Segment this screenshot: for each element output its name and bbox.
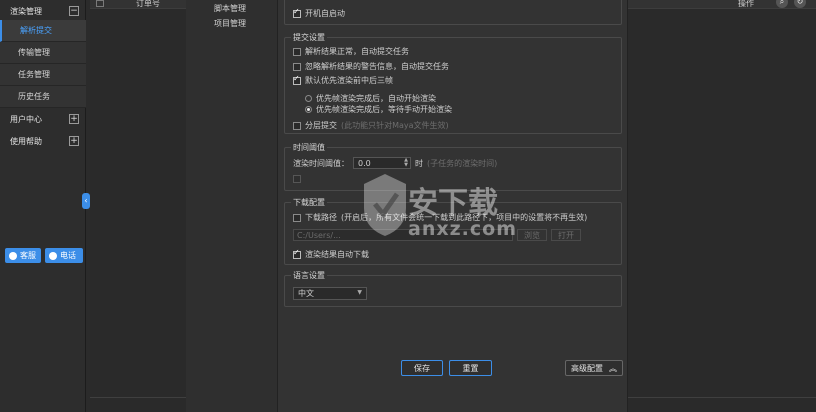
auto-start-radio[interactable] — [305, 95, 312, 102]
auto-start-option[interactable]: 优先帧渲染完成后，自动开始渲染 — [305, 93, 436, 104]
refresh-icon[interactable]: ↻ — [794, 0, 806, 8]
wait-manual-option[interactable]: 优先帧渲染完成后，等待手动开始渲染 — [305, 104, 452, 115]
download-config-title: 下载配置 — [291, 197, 327, 208]
qq-support-button[interactable]: 客服 — [5, 248, 41, 263]
select-all-checkbox[interactable] — [96, 0, 104, 7]
settings-nav: 脚本管理 项目管理 — [186, 0, 278, 412]
sidebar-group-help[interactable]: 使用帮助 + — [0, 130, 86, 152]
settings-nav-project[interactable]: 项目管理 — [214, 18, 246, 29]
time-threshold-title: 时间阈值 — [291, 142, 327, 153]
wait-manual-radio[interactable] — [305, 106, 312, 113]
chevron-down-icon: ▼ — [357, 289, 362, 296]
parse-normal-option[interactable]: 解析结果正常，自动提交任务 — [293, 46, 409, 57]
auto-download-checkbox[interactable] — [293, 248, 301, 259]
sidebar-item-history[interactable]: 历史任务 — [0, 86, 86, 108]
advanced-config-label: 高级配置 — [571, 363, 603, 373]
download-config-group: 下载配置 下载路径 (开启后，所有文件会统一下载到此路径下，项目中的设置将不再生… — [284, 197, 622, 265]
wait-manual-label: 优先帧渲染完成后，等待手动开始渲染 — [316, 105, 452, 114]
time-threshold-checkbox[interactable] — [293, 175, 301, 183]
phone-support-button[interactable]: 电话 — [45, 248, 83, 263]
column-order-no: 订单号 — [136, 0, 160, 8]
spinner-arrows-icon[interactable]: ▲ ▼ — [404, 158, 408, 168]
sidebar-group-help-label: 使用帮助 — [10, 136, 42, 146]
sidebar-item-label: 任务管理 — [18, 70, 50, 79]
ignore-warning-label: 忽略解析结果的警告信息，自动提交任务 — [305, 62, 449, 71]
browse-button[interactable]: 浏览 — [517, 229, 547, 241]
time-threshold-row: 渲染时间阈值： 0.0 ▲ ▼ 时 (子任务的渲染时间) — [293, 157, 497, 169]
time-threshold-extra[interactable] — [293, 175, 301, 183]
sidebar-group-user[interactable]: 用户中心 + — [0, 108, 86, 130]
collapse-icon[interactable]: − — [69, 6, 79, 16]
layer-submit-hint: (此功能只针对Maya文件生效) — [341, 121, 449, 130]
auto-download-label: 渲染结果自动下载 — [305, 250, 369, 259]
reset-button[interactable]: 重置 — [449, 360, 492, 376]
layer-submit-checkbox[interactable] — [293, 121, 301, 130]
time-threshold-unit: 时 — [415, 158, 423, 168]
startup-option[interactable]: 开机自启动 — [293, 7, 345, 19]
download-path-input[interactable]: C:/Users/... — [293, 229, 513, 241]
qq-support-label: 客服 — [20, 251, 36, 260]
parse-normal-checkbox[interactable] — [293, 47, 301, 56]
search-icon[interactable]: ⌕ — [776, 0, 788, 8]
open-label: 打开 — [558, 230, 574, 240]
save-label: 保存 — [414, 363, 430, 373]
settings-dialog: 开机自启动 提交设置 解析结果正常，自动提交任务 忽略解析结果的警告信息，自动提… — [278, 0, 628, 412]
download-path-row: C:/Users/... 浏览 打开 — [293, 229, 581, 241]
sidebar-item-parse-submit[interactable]: 解析提交 — [0, 20, 86, 42]
download-path-checkbox[interactable] — [293, 213, 301, 222]
language-row: 中文 ▼ — [293, 287, 367, 300]
language-select[interactable]: 中文 ▼ — [293, 287, 367, 300]
sidebar-item-label: 传输管理 — [18, 48, 50, 57]
open-button[interactable]: 打开 — [551, 229, 581, 241]
layer-submit-option[interactable]: 分层提交 (此功能只针对Maya文件生效) — [293, 120, 449, 131]
download-path-value: C:/Users/... — [297, 230, 341, 240]
auto-start-label: 优先帧渲染完成后，自动开始渲染 — [316, 94, 436, 103]
browse-label: 浏览 — [524, 230, 540, 240]
submit-settings-group: 提交设置 解析结果正常，自动提交任务 忽略解析结果的警告信息，自动提交任务 默认… — [284, 32, 622, 134]
sidebar: 渲染管理 − 解析提交 传输管理 任务管理 历史任务 用户中心 + 使用帮助 +… — [0, 0, 86, 412]
phone-support-label: 电话 — [60, 251, 76, 260]
priority-frames-checkbox[interactable] — [293, 74, 301, 85]
language-group: 语言设置 中文 ▼ — [284, 270, 622, 307]
download-path-hint: (开启后，所有文件会统一下载到此路径下，项目中的设置将不再生效) — [341, 213, 588, 222]
sidebar-group-user-label: 用户中心 — [10, 114, 42, 124]
language-title: 语言设置 — [291, 270, 327, 281]
submit-settings-title: 提交设置 — [291, 32, 327, 43]
startup-checkbox[interactable] — [293, 7, 301, 18]
parse-normal-label: 解析结果正常，自动提交任务 — [305, 47, 409, 56]
settings-nav-script[interactable]: 脚本管理 — [214, 3, 246, 14]
startup-group: 开机自启动 — [284, 0, 622, 25]
layer-submit-label: 分层提交 — [305, 121, 337, 130]
priority-frames-option[interactable]: 默认优先渲染前中后三帧 — [293, 74, 393, 86]
ignore-warning-checkbox[interactable] — [293, 62, 301, 71]
sidebar-group-render-label: 渲染管理 — [10, 6, 42, 16]
qq-icon — [9, 251, 17, 260]
phone-icon — [49, 251, 57, 260]
advanced-config-button[interactable]: 高级配置 ︽ — [565, 360, 623, 376]
time-threshold-hint: (子任务的渲染时间) — [427, 158, 498, 168]
language-value: 中文 — [298, 289, 314, 298]
download-path-label: 下载路径 — [305, 213, 337, 222]
sidebar-item-label: 解析提交 — [20, 26, 52, 35]
ignore-warning-option[interactable]: 忽略解析结果的警告信息，自动提交任务 — [293, 61, 449, 72]
reset-label: 重置 — [462, 363, 479, 373]
sidebar-collapse-tab[interactable]: ‹ — [82, 193, 90, 209]
expand-icon[interactable]: + — [69, 136, 79, 146]
startup-label: 开机自启动 — [305, 9, 345, 18]
sidebar-item-transfer[interactable]: 传输管理 — [0, 42, 86, 64]
sidebar-group-render[interactable]: 渲染管理 − — [0, 0, 86, 22]
time-threshold-input[interactable]: 0.0 ▲ ▼ — [353, 157, 411, 169]
priority-frames-label: 默认优先渲染前中后三帧 — [305, 76, 393, 85]
time-threshold-group: 时间阈值 渲染时间阈值： 0.0 ▲ ▼ 时 (子任务的渲染时间) — [284, 142, 622, 191]
sidebar-item-label: 历史任务 — [18, 92, 50, 101]
download-path-option[interactable]: 下载路径 (开启后，所有文件会统一下载到此路径下，项目中的设置将不再生效) — [293, 212, 587, 223]
save-button[interactable]: 保存 — [401, 360, 443, 376]
auto-download-option[interactable]: 渲染结果自动下载 — [293, 248, 369, 260]
chevron-up-icon: ︽ — [609, 363, 617, 373]
column-action: 操作 — [738, 0, 754, 8]
expand-icon[interactable]: + — [69, 114, 79, 124]
time-threshold-value: 0.0 — [358, 158, 371, 168]
time-threshold-label: 渲染时间阈值： — [293, 158, 349, 168]
sidebar-item-tasks[interactable]: 任务管理 — [0, 64, 86, 86]
